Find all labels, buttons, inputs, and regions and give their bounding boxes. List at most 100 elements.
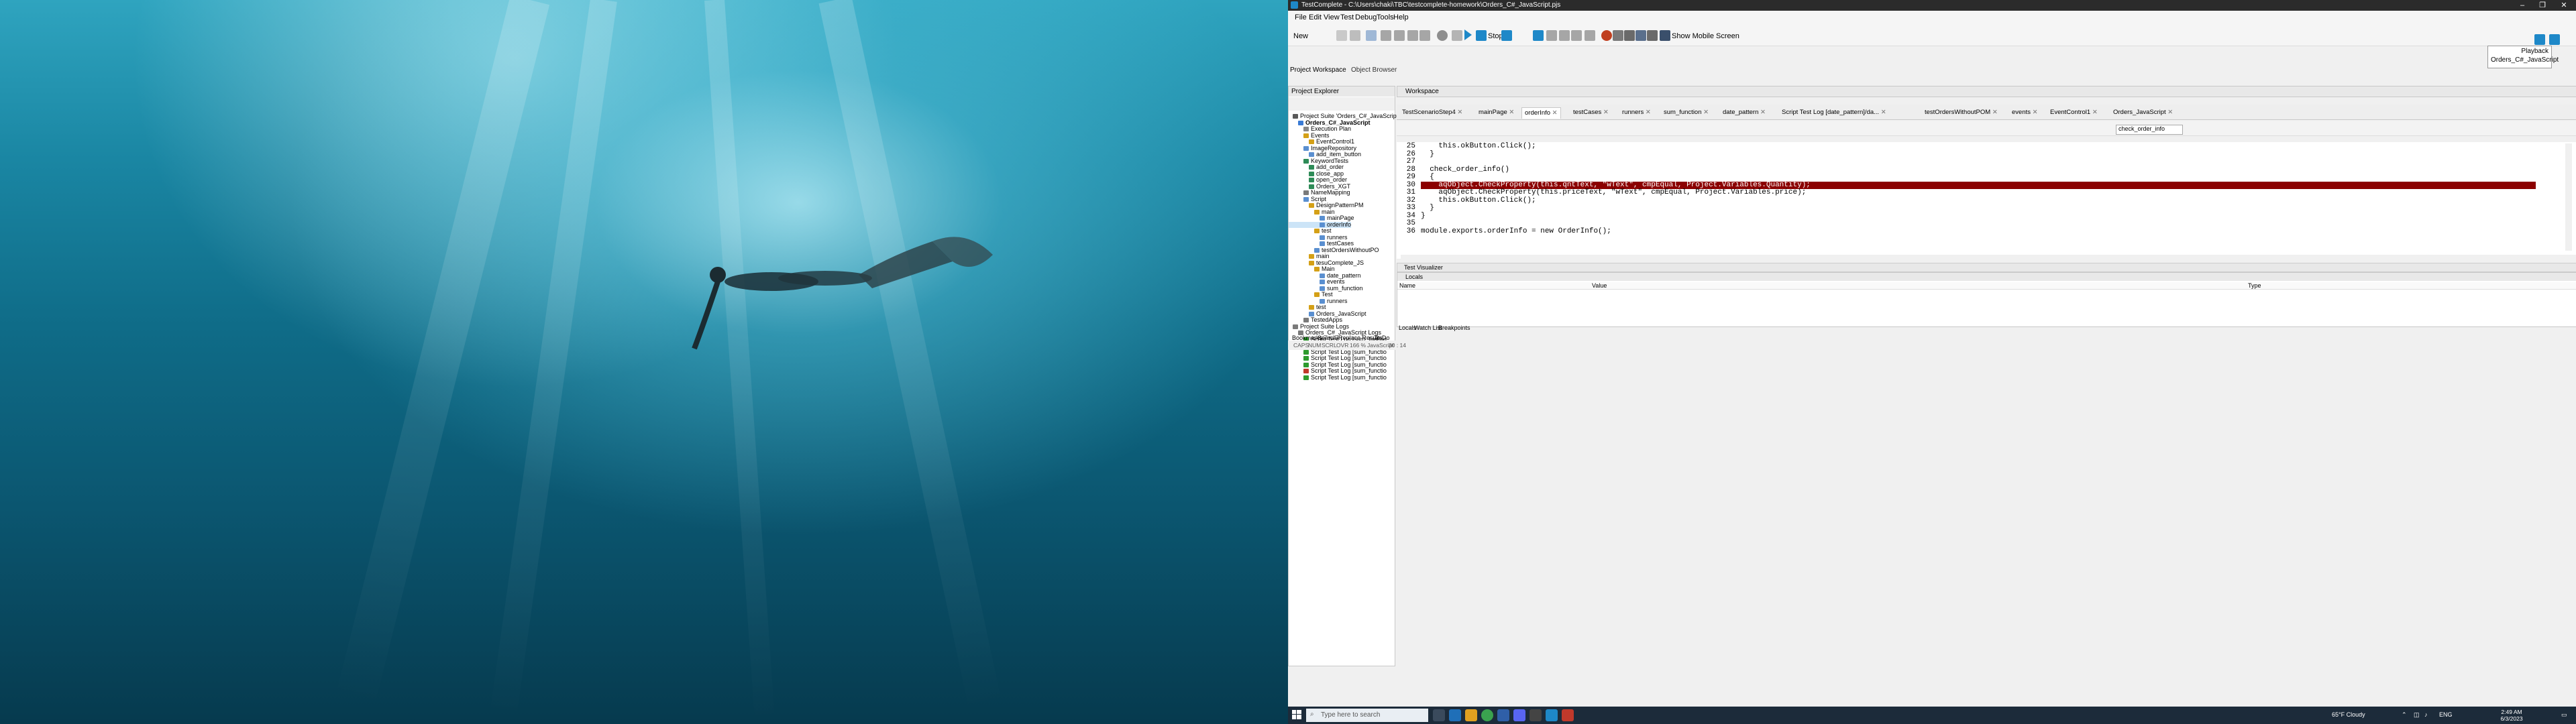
mobile-icon[interactable] [1660,30,1670,41]
language-indicator[interactable]: ENG [2439,711,2453,718]
pause-playback-icon[interactable] [2549,34,2560,45]
menu-tools[interactable]: Tools [1377,13,1394,21]
editor-tab[interactable]: EventControl1 ✕ [2047,107,2100,118]
network-icon[interactable]: ◫ [2414,711,2420,719]
column-value[interactable]: Value [1592,282,1607,289]
editor-tab[interactable]: runners ✕ [1619,107,1654,118]
close-tab-icon[interactable]: ✕ [1879,109,1886,116]
save-icon[interactable] [1350,30,1360,41]
close-tab-icon[interactable]: ✕ [1601,109,1609,116]
editor-tab[interactable]: events ✕ [2009,107,2041,118]
code-line[interactable]: } [1421,204,1434,212]
column-type[interactable]: Type [2248,282,2261,289]
new-button[interactable]: New [1293,32,1308,40]
device-icon[interactable] [1452,30,1462,41]
tree-item[interactable]: test [1289,227,1332,235]
editor-tab[interactable]: Script Test Log [date_pattern]/da... ✕ [1779,107,1889,118]
settings-icon[interactable] [1635,30,1646,41]
editor-tab[interactable]: date_pattern ✕ [1720,107,1768,118]
code-line[interactable]: } [1421,150,1434,158]
minimize-button[interactable]: – [2513,0,2532,11]
taskbar-search[interactable]: ⌕ Type here to search [1306,709,1428,722]
clock[interactable]: 2:49 AM 6/3/2023 [2491,709,2532,722]
code-line[interactable]: aqObject.CheckProperty(this.qntText, "wT… [1421,181,1811,189]
close-tab-icon[interactable]: ✕ [2166,109,2173,116]
code-line[interactable]: } [1421,212,1426,220]
record-icon[interactable] [1366,30,1377,41]
close-tab-icon[interactable]: ✕ [1644,109,1651,116]
close-button[interactable]: ✕ [2555,0,2573,11]
pause-icon[interactable] [1501,30,1512,41]
tree-item[interactable]: Test [1289,291,1333,298]
editor-tab[interactable]: orderInfo ✕ [1521,107,1561,119]
paste-icon[interactable] [1407,30,1418,41]
show-mobile-screen-button[interactable]: Show Mobile Screen [1672,32,1739,40]
code-line[interactable]: aqObject.CheckProperty(this.priceText, "… [1421,188,1806,196]
maximize-button[interactable]: ❐ [2533,0,2552,11]
step-out-icon[interactable] [1571,30,1582,41]
spy-icon[interactable] [1613,30,1623,41]
stop-icon[interactable] [1476,30,1487,41]
editor-tab[interactable]: testCases ✕ [1570,107,1611,118]
notification-icon[interactable]: ▭ [2561,711,2567,719]
chrome-icon[interactable] [1481,709,1493,721]
menu-test[interactable]: Test [1340,13,1354,21]
terminal-icon[interactable] [1529,709,1542,721]
code-line[interactable]: this.okButton.Click(); [1421,196,1536,204]
close-tab-icon[interactable]: ✕ [1990,109,1998,116]
menu-help[interactable]: Help [1393,13,1409,21]
copy-icon[interactable] [1394,30,1405,41]
code-editor[interactable]: 25 this.okButton.Click(); 26 } 27 28 check_… [1397,142,2576,259]
tab-object-browser[interactable]: Object Browser [1351,66,1397,74]
chevron-up-icon[interactable]: ⌃ [2402,711,2407,719]
tab-breakpoints[interactable]: Breakpoints [1438,324,1470,331]
close-tab-icon[interactable]: ✕ [1758,109,1766,116]
mail-icon[interactable] [1497,709,1509,721]
test-visualizer-bar[interactable]: Test Visualizer [1397,263,2576,272]
close-tab-icon[interactable]: ✕ [1702,109,1709,116]
run-to-cursor-icon[interactable] [1585,30,1595,41]
editor-tab[interactable]: sum_function ✕ [1661,107,1711,118]
column-name[interactable]: Name [1399,282,1415,289]
playback-icon[interactable] [2534,34,2545,45]
cut-icon[interactable] [1381,30,1391,41]
tab-project-workspace[interactable]: Project Workspace [1290,66,1346,74]
code-line[interactable]: this.okButton.Click(); [1421,142,1536,150]
run-icon[interactable] [1464,29,1472,40]
undo-icon[interactable] [1419,30,1430,41]
editor-tab[interactable]: TestScenarioStep4 ✕ [1399,107,1465,118]
close-tab-icon[interactable]: ✕ [2031,109,2038,116]
file-explorer-icon[interactable] [1465,709,1477,721]
windows-start-icon[interactable] [1292,710,1301,719]
step-over-icon[interactable] [1559,30,1570,41]
panel-split-icon[interactable] [1533,30,1544,41]
close-tab-icon[interactable]: ✕ [1550,109,1558,117]
menu-file[interactable]: File [1295,13,1307,21]
routine-selector[interactable]: check_order_info [2116,125,2183,135]
inspect-icon[interactable] [1624,30,1635,41]
editor-tab[interactable]: mainPage ✕ [1476,107,1517,118]
open-icon[interactable] [1336,30,1347,41]
editor-tab[interactable]: testOrdersWithoutPOM ✕ [1922,107,2000,118]
close-tab-icon[interactable]: ✕ [1507,109,1514,116]
editor-horizontal-scrollbar[interactable] [1401,255,2576,260]
tree-item[interactable]: Script Test Log [sum_functio [1289,374,1387,381]
weather-widget[interactable]: 65°F Cloudy [2332,711,2365,718]
code-line[interactable]: { [1421,173,1434,181]
tree-item[interactable]: date_pattern [1289,272,1361,280]
menu-debug[interactable]: Debug [1355,13,1377,21]
editor-tab[interactable]: Orders_JavaScript ✕ [2110,107,2176,118]
tree-item[interactable]: orderInfo [1289,221,1352,228]
editor-vertical-scrollbar[interactable] [2565,143,2572,251]
task-view-icon[interactable] [1433,709,1445,721]
code-line[interactable]: check_order_info() [1421,166,1509,174]
edge-icon[interactable] [1449,709,1461,721]
bug-icon[interactable] [1601,30,1612,41]
step-into-icon[interactable] [1546,30,1557,41]
code-line[interactable]: module.exports.orderInfo = new OrderInfo… [1421,227,1611,235]
menu-edit[interactable]: Edit [1309,13,1322,21]
tree-item[interactable]: testOrdersWithoutPO [1289,247,1379,254]
discord-icon[interactable] [1513,709,1525,721]
close-tab-icon[interactable]: ✕ [1456,109,1462,116]
app-icon[interactable] [1562,709,1574,721]
